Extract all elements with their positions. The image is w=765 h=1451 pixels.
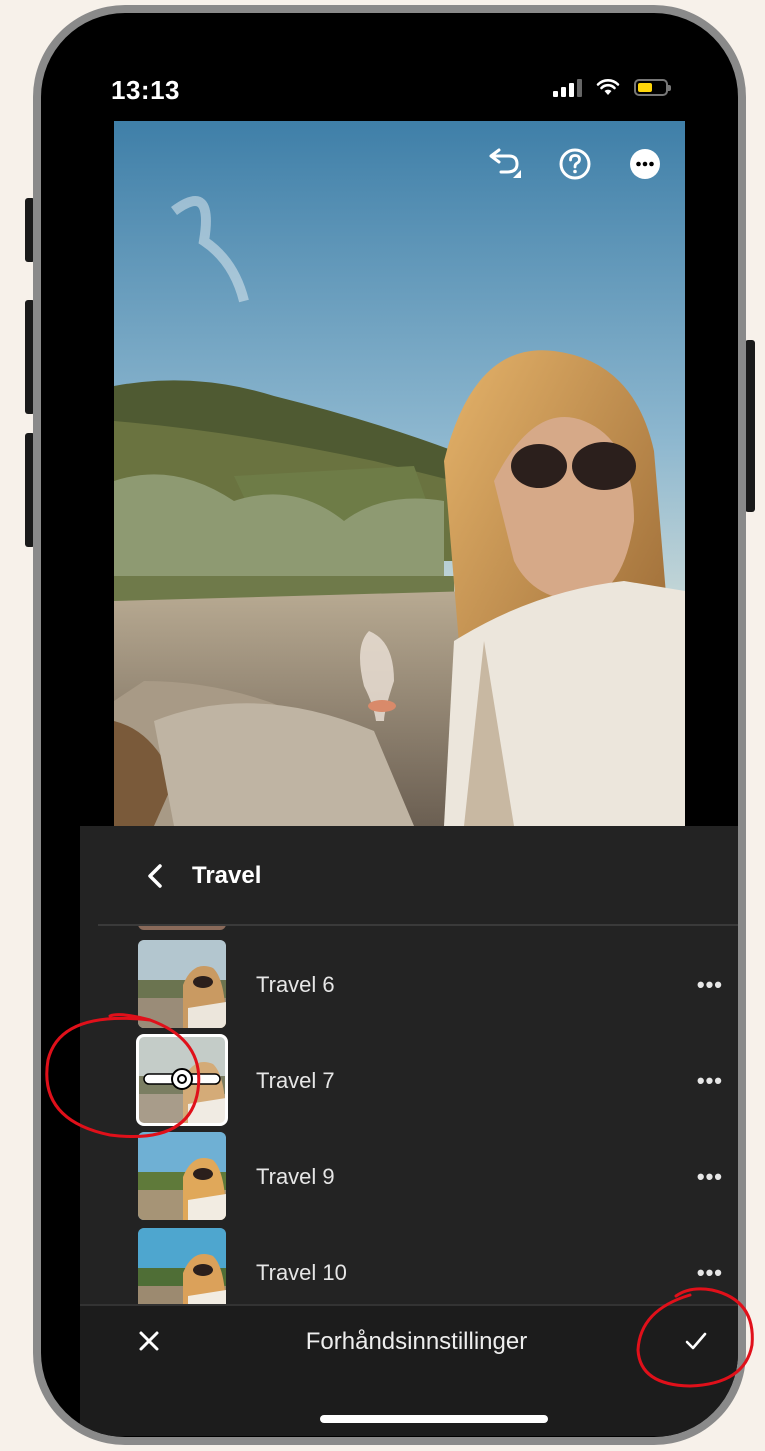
preset-row-travel-9[interactable]: Travel 9 ••• <box>80 1122 738 1220</box>
help-button[interactable] <box>554 143 596 185</box>
preset-row-travel-10[interactable]: Travel 10 ••• <box>80 1218 738 1304</box>
preset-list[interactable]: Travel 6 ••• Travel 7 ••• Travel 9 ••• T… <box>80 926 738 1304</box>
undo-button[interactable] <box>484 143 526 185</box>
photo-preview <box>114 121 685 826</box>
presets-panel: Travel Travel 6 ••• Travel 7 ••• Travel … <box>80 826 738 1436</box>
status-icons <box>553 77 671 97</box>
back-chevron-icon[interactable] <box>142 862 170 890</box>
help-icon <box>559 148 591 180</box>
preset-thumbnail <box>138 940 226 1028</box>
phone-frame: 13:13 Travel Travel 6 ••• Travel 7 ••• T… <box>33 5 746 1445</box>
preset-more-button[interactable]: ••• <box>697 1068 723 1094</box>
more-icon <box>630 149 660 179</box>
panel-title: Travel <box>192 862 262 889</box>
status-time: 13:13 <box>111 75 180 105</box>
preset-label: Travel 10 <box>256 1260 347 1285</box>
undo-icon <box>489 148 521 178</box>
panel-header: Travel <box>80 826 738 924</box>
preset-more-button[interactable]: ••• <box>697 1164 723 1190</box>
bottom-bar-title: Forhåndsinnstillinger <box>305 1328 528 1355</box>
home-indicator <box>320 1415 548 1423</box>
preset-thumbnail-selected <box>136 1034 228 1126</box>
preset-thumbnail <box>138 1132 226 1220</box>
power-button <box>745 340 755 512</box>
preset-row-travel-7[interactable]: Travel 7 ••• <box>80 1026 738 1126</box>
signal-icon <box>553 77 582 97</box>
preset-row-travel-6[interactable]: Travel 6 ••• <box>80 930 738 1028</box>
preset-label: Travel 7 <box>256 1068 335 1093</box>
bottom-bar: Forhåndsinnstillinger <box>80 1304 738 1436</box>
top-toolbar <box>484 143 666 185</box>
preset-more-button[interactable]: ••• <box>697 972 723 998</box>
phone-bezel: 13:13 Travel Travel 6 ••• Travel 7 ••• T… <box>41 13 738 1437</box>
preset-label: Travel 9 <box>256 1164 335 1189</box>
preset-label: Travel 6 <box>256 972 335 997</box>
more-options-button[interactable] <box>624 143 666 185</box>
checkmark-icon[interactable] <box>681 1326 711 1356</box>
battery-icon <box>634 78 671 96</box>
wifi-icon <box>596 79 620 95</box>
preset-thumbnail <box>138 1228 226 1304</box>
preset-more-button[interactable]: ••• <box>697 1260 723 1286</box>
